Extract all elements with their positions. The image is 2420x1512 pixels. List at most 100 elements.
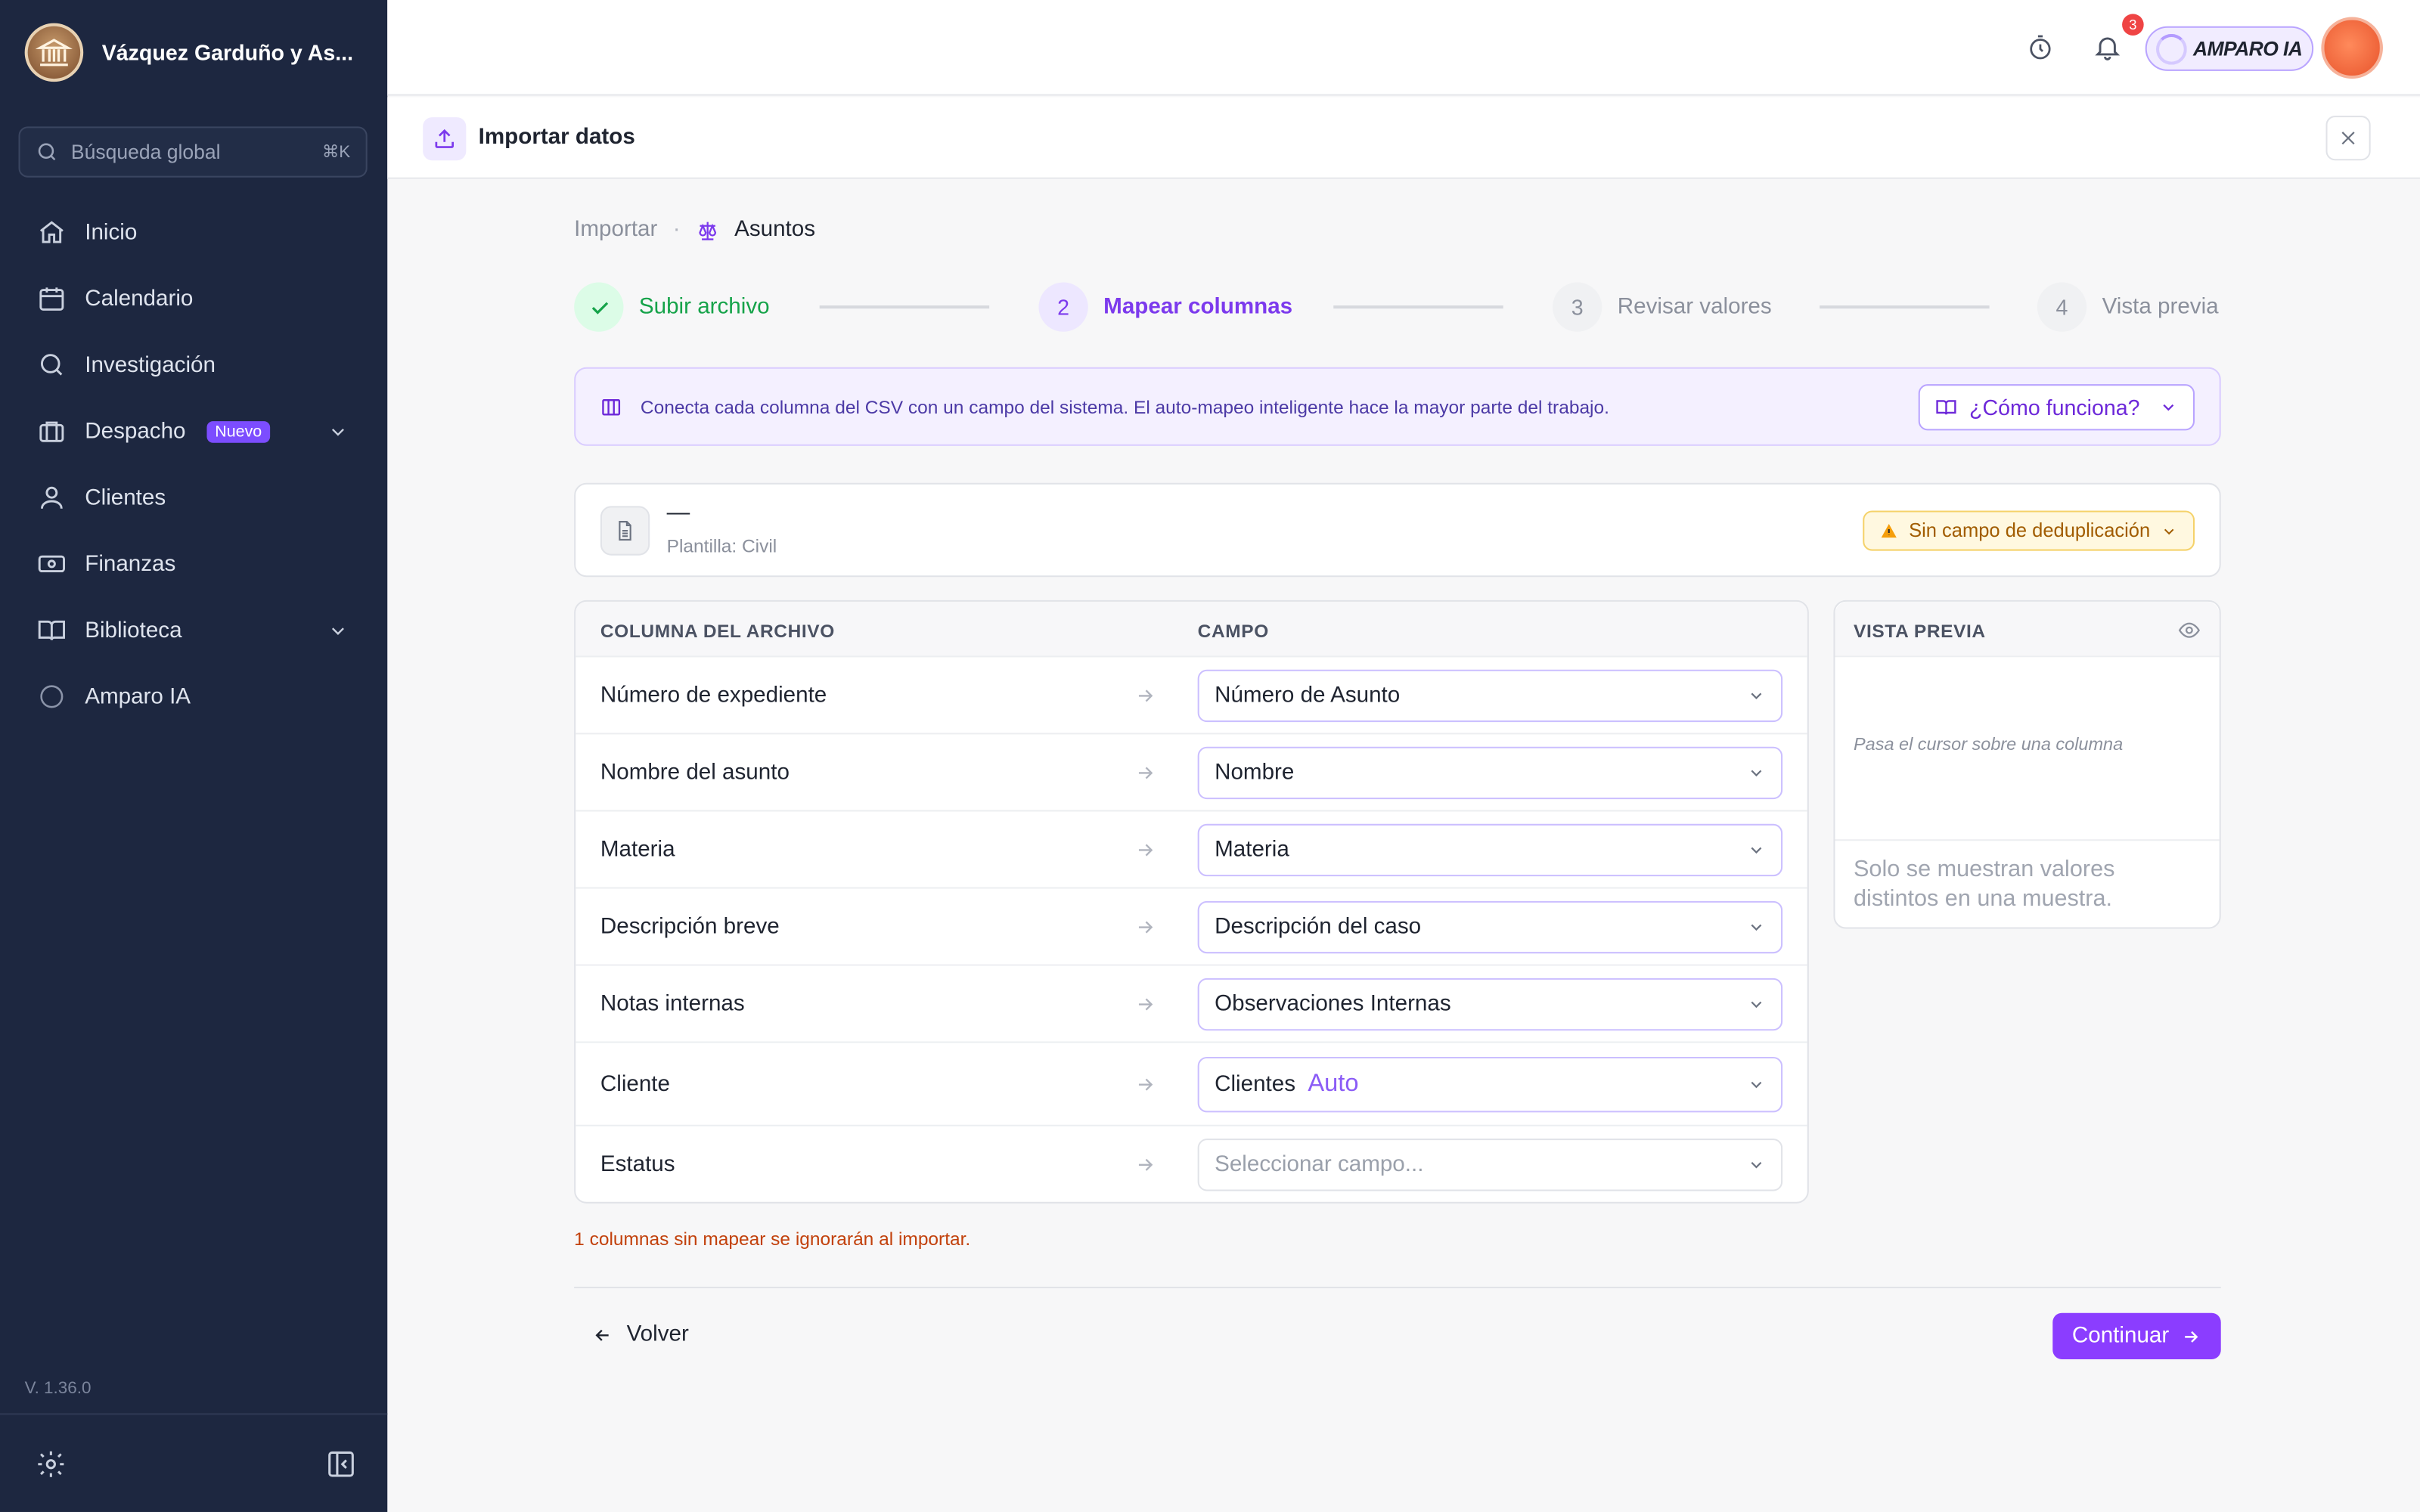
back-button[interactable]: Volver [593, 1322, 689, 1347]
info-text: Conecta cada columna del CSV con un camp… [640, 396, 1609, 419]
sidebar-item-label: Calendario [85, 286, 194, 311]
firm-name: Vázquez Garduño y As... [101, 40, 354, 65]
continue-button[interactable]: Continuar [2052, 1312, 2221, 1359]
search-icon [40, 354, 63, 376]
columns-icon [602, 399, 621, 416]
sidebar-item-label: Clientes [85, 485, 166, 510]
step-label: Revisar valores [1617, 294, 1772, 320]
field-select[interactable]: Nombre [1197, 746, 1783, 800]
gear-icon[interactable] [36, 1448, 67, 1479]
preview-panel: VISTA PREVIA Pasa el cursor sobre una co… [1833, 600, 2221, 929]
step-connector [1820, 305, 1990, 309]
chevron-down-icon[interactable] [327, 619, 349, 641]
timer-icon[interactable] [2027, 34, 2055, 62]
sidebar-item-calendario[interactable]: Calendario [18, 265, 367, 332]
arrow-right-icon [1138, 998, 1153, 1011]
sidebar-item-finanzas[interactable]: Finanzas [18, 531, 367, 597]
field-select[interactable]: Seleccionar campo... [1197, 1139, 1783, 1191]
chevron-down-icon [1751, 770, 1762, 777]
sidebar-item-clientes[interactable]: Clientes [18, 464, 367, 531]
bell-icon[interactable] [2093, 33, 2122, 62]
how-it-works-button[interactable]: ¿Cómo funciona? [1918, 384, 2195, 431]
table-row[interactable]: Notas internas Observaciones Internas [576, 966, 1807, 1043]
brand[interactable]: Vázquez Garduño y As... [24, 23, 354, 82]
close-button[interactable] [2325, 116, 2371, 161]
divider [574, 1287, 2221, 1289]
breadcrumb-root[interactable]: Importar [574, 218, 657, 243]
field-select[interactable]: Descripción del caso [1197, 900, 1783, 954]
amparo-ia-button[interactable]: AMPARO IA [2145, 26, 2314, 71]
step-upload: Subir archivo [574, 282, 770, 332]
user-icon [40, 486, 63, 509]
preview-title: VISTA PREVIA [1854, 620, 1986, 642]
sidebar: Vázquez Garduño y As... Búsqueda global … [0, 0, 388, 1512]
sidebar-item-despacho[interactable]: Despacho Nuevo [18, 398, 367, 465]
new-badge: Nuevo [207, 420, 270, 442]
field-select[interactable]: Número de Asunto [1197, 669, 1783, 723]
ai-ring-icon [40, 685, 64, 708]
app-root: Vázquez Garduño y As... Búsqueda global … [0, 0, 2420, 1512]
arrow-right-icon [1138, 921, 1153, 934]
step-label: Mapear columnas [1103, 294, 1293, 320]
amparo-ia-label: AMPARO IA [2192, 36, 2303, 60]
file-template: Plantilla: Civil [666, 535, 777, 557]
breadcrumb-separator: · [672, 217, 681, 243]
step-number: 3 [1553, 282, 1602, 332]
avatar[interactable] [2321, 17, 2383, 79]
sidebar-item-amparo-ia[interactable]: Amparo IA [18, 664, 367, 730]
chevron-down-icon [1751, 1081, 1762, 1089]
warning-icon [1881, 523, 1897, 538]
header-field: CAMPO [1197, 620, 1269, 642]
deduplication-dropdown[interactable]: Sin campo de deduplicación [1863, 510, 2195, 551]
sidebar-nav: Inicio Calendario Investigación Despacho… [18, 199, 367, 730]
notification-count-badge: 3 [2122, 14, 2144, 36]
field-select[interactable]: Materia [1197, 823, 1783, 877]
auto-mapped-tag: Auto [1308, 1070, 1359, 1098]
mapping-table-header: COLUMNA DEL ARCHIVO CAMPO [576, 601, 1807, 658]
chevron-down-icon [1751, 924, 1762, 931]
step-review-values: 3 Revisar valores [1553, 282, 1772, 332]
arrow-right-icon [2186, 1330, 2199, 1342]
sidebar-item-biblioteca[interactable]: Biblioteca [18, 597, 367, 664]
unmapped-warning: 1 columnas sin mapear se ignorarán al im… [574, 1228, 971, 1250]
table-row[interactable]: Materia Materia [576, 811, 1807, 889]
global-search[interactable]: Búsqueda global ⌘K [18, 126, 368, 178]
field-value: Nombre [1215, 761, 1295, 785]
scale-icon [699, 221, 716, 240]
continue-label: Continuar [2071, 1324, 2170, 1349]
field-value: Clientes [1215, 1072, 1296, 1098]
topbar: 3 AMPARO IA [387, 0, 2420, 96]
field-select[interactable]: Observaciones Internas [1197, 978, 1783, 1031]
step-connector [819, 305, 990, 309]
source-column: Estatus [600, 1152, 675, 1178]
collapse-sidebar-icon[interactable] [326, 1448, 357, 1479]
chevron-down-icon [2163, 404, 2174, 411]
modal-header: Importar datos [387, 97, 2420, 179]
field-select[interactable]: Clientes Auto [1197, 1056, 1783, 1113]
how-it-works-label: ¿Cómo funciona? [1969, 395, 2140, 420]
eye-icon [2178, 622, 2200, 638]
table-row[interactable]: Cliente Clientes Auto [576, 1043, 1807, 1126]
preview-hint: Pasa el cursor sobre una columna [1854, 736, 2124, 754]
briefcase-icon [39, 421, 64, 442]
step-connector [1333, 305, 1503, 309]
source-column: Materia [600, 838, 675, 863]
firm-logo-icon [24, 23, 84, 82]
sidebar-item-investigacion[interactable]: Investigación [18, 332, 367, 398]
sidebar-item-inicio[interactable]: Inicio [18, 199, 367, 265]
chevron-down-icon [2164, 528, 2174, 534]
table-row[interactable]: Nombre del asunto Nombre [576, 734, 1807, 812]
step-number: 4 [2037, 282, 2087, 332]
search-shortcut: ⌘K [321, 143, 351, 163]
dedup-label: Sin campo de deduplicación [1909, 519, 2151, 542]
table-row[interactable]: Número de expediente Número de Asunto [576, 657, 1807, 735]
header-column: COLUMNA DEL ARCHIVO [600, 620, 835, 642]
sidebar-item-label: Despacho [85, 419, 186, 444]
close-icon [2341, 132, 2355, 145]
chevron-down-icon[interactable] [327, 420, 349, 442]
field-value: Descripción del caso [1215, 915, 1422, 940]
arrow-right-icon [1138, 1078, 1153, 1091]
table-row[interactable]: Descripción breve Descripción del caso [576, 889, 1807, 966]
book-icon [38, 620, 65, 640]
table-row[interactable]: Estatus Seleccionar campo... [576, 1126, 1807, 1202]
